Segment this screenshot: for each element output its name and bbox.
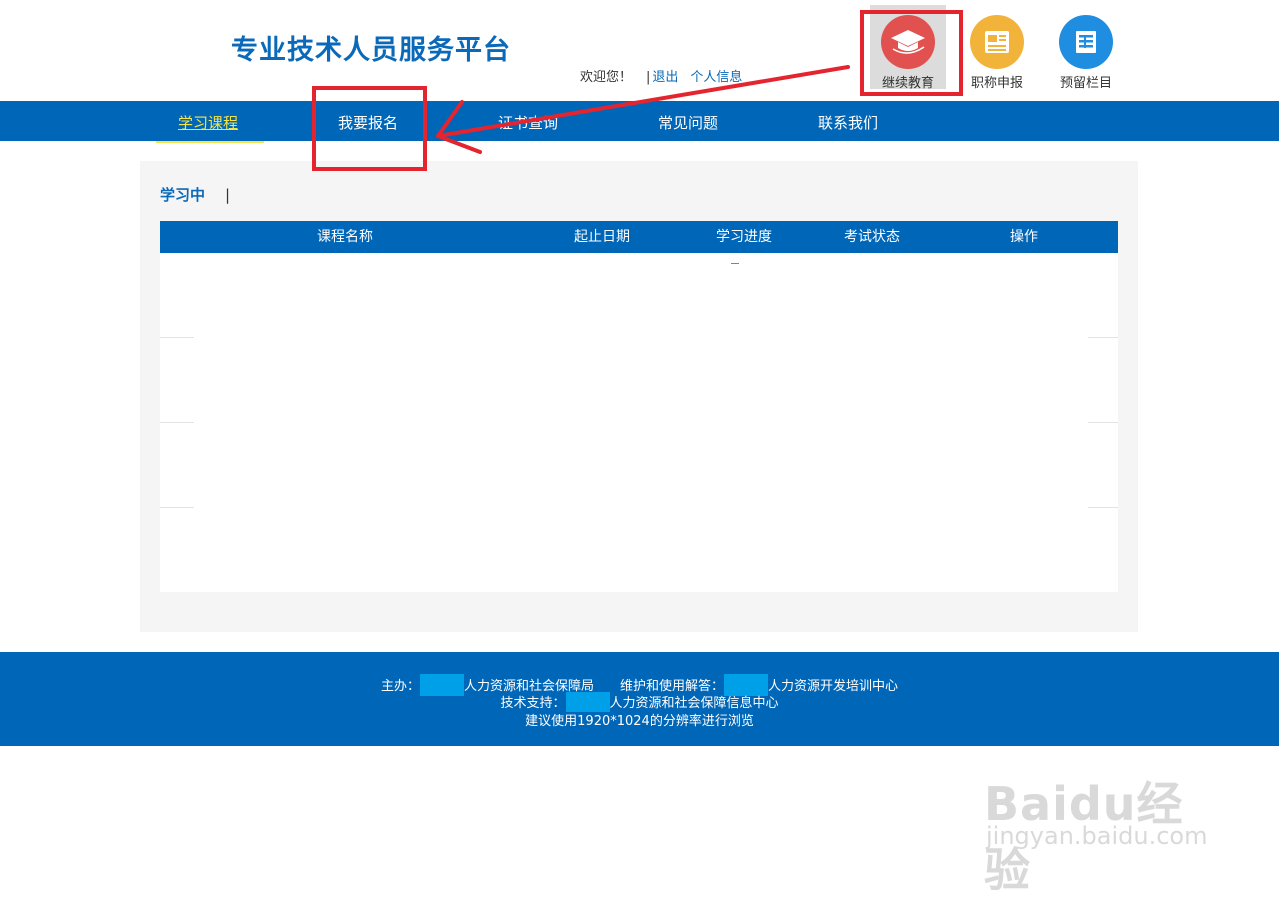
footer-resolution-note: 建议使用1920*1024的分辨率进行浏览 (525, 714, 754, 729)
topnav-label: 预留栏目 (1059, 76, 1112, 91)
nav-certificate-query[interactable]: 证书查询 (498, 101, 558, 141)
watermark-url: jingyan.baidu.com (986, 822, 1208, 850)
sub-tabs: 学习中 | (160, 184, 230, 205)
site-title: 专业技术人员服务平台 (231, 35, 511, 66)
annotation-box-enroll (312, 86, 427, 171)
nav-contact-us[interactable]: 联系我们 (818, 101, 878, 141)
topnav-circle (970, 15, 1024, 69)
topnav-label: 职称申报 (970, 76, 1023, 91)
newspaper-icon (1076, 31, 1096, 53)
footer: 主办： 人力资源和社会保障局 维护和使用解答： 人力资源开发培训中心 技术支持： 人力资… (0, 652, 1279, 746)
row-divider (1088, 422, 1118, 423)
topnav-title-application[interactable]: 职称申报 (959, 5, 1035, 91)
header: 专业技术人员服务平台 欢迎您！ | 退出 个人信息 继续教育 职称申报 预留栏目 (0, 0, 1279, 101)
progress-tick (731, 263, 739, 264)
document-icon (985, 31, 1009, 53)
annotation-box-continuing-education (860, 10, 963, 96)
row-divider (1088, 337, 1118, 338)
row-divider (1088, 507, 1118, 508)
col-course-name: 课程名称 (317, 229, 373, 245)
subtab-separator: | (225, 186, 231, 204)
topnav-circle (1059, 15, 1113, 69)
footer-tech-label: 技术支持： (500, 696, 566, 711)
row-divider (160, 337, 194, 338)
watermark: Baidu经验 jingyan.baidu.com (980, 752, 1220, 897)
welcome-text: 欢迎您！ (580, 70, 633, 85)
topnav-reserved-section[interactable]: 预留栏目 (1048, 5, 1124, 91)
col-actions: 操作 (1010, 229, 1038, 245)
footer-line-tech: 技术支持： 人力资源和社会保障信息中心 (0, 692, 1279, 712)
course-table: 课程名称 起止日期 学习进度 考试状态 操作 (160, 221, 1118, 592)
row-divider (160, 507, 194, 508)
user-bar: 欢迎您！ | 退出 个人信息 (580, 66, 742, 85)
footer-tech-org: 人力资源和社会保障信息中心 (609, 696, 779, 711)
profile-link[interactable]: 个人信息 (690, 70, 742, 85)
col-exam-status: 考试状态 (844, 229, 900, 245)
active-nav-indicator (156, 141, 264, 143)
redacted-block (565, 692, 610, 712)
logout-link[interactable]: 退出 (652, 70, 678, 85)
col-date-range: 起止日期 (574, 229, 630, 245)
user-bar-separator: | (646, 70, 651, 85)
nav-faq[interactable]: 常见问题 (658, 101, 718, 141)
col-progress: 学习进度 (716, 229, 772, 245)
subtab-in-progress[interactable]: 学习中 (160, 186, 205, 204)
table-header: 课程名称 起止日期 学习进度 考试状态 操作 (160, 221, 1118, 253)
row-divider (160, 422, 194, 423)
main-nav: 学习课程 我要报名 证书查询 常见问题 联系我们 (0, 101, 1279, 141)
nav-study-courses[interactable]: 学习课程 (178, 101, 238, 141)
